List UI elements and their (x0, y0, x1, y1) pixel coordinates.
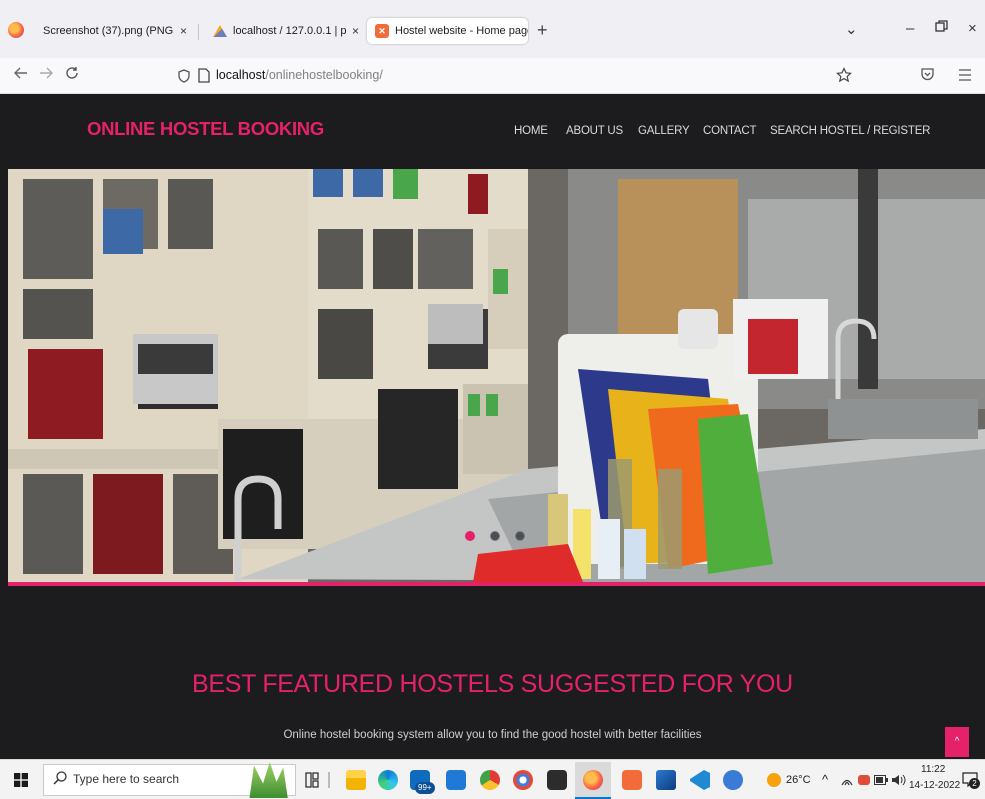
volume-icon[interactable] (891, 773, 907, 787)
winrar-icon[interactable] (547, 770, 567, 790)
mail-badge: 99+ (415, 782, 435, 794)
nav-home[interactable]: HOME (514, 125, 548, 137)
carousel-dot-3[interactable] (515, 531, 525, 541)
new-tab-button[interactable]: + (537, 20, 548, 41)
windows-start-icon[interactable] (14, 773, 28, 787)
restore-icon (935, 20, 948, 32)
hero-accent-line (8, 582, 985, 586)
tab-title: localhost / 127.0.0.1 | phpMyAd (233, 25, 346, 37)
bookmark-star-button[interactable] (836, 67, 852, 88)
nav-contact[interactable]: CONTACT (703, 125, 757, 137)
battery-icon[interactable] (874, 775, 888, 785)
hamburger-icon (959, 69, 971, 81)
antivirus-icon[interactable] (858, 775, 870, 785)
taskbar-search-placeholder: Type here to search (73, 772, 180, 786)
hero-carousel-image (8, 169, 985, 582)
vscode-icon[interactable] (690, 770, 710, 790)
taskbar-divider (328, 772, 330, 788)
browser-tab-strip: Screenshot (37).png (PNG Image, 13 × loc… (0, 0, 985, 58)
help-icon[interactable] (723, 770, 743, 790)
wifi-icon[interactable] (840, 774, 854, 786)
shield-icon (178, 69, 190, 83)
forward-arrow-icon (40, 67, 53, 79)
notification-count: 2 (969, 778, 980, 789)
task-view-icon[interactable] (305, 772, 319, 788)
navigation-toolbar: localhost/onlinehostelbooking/ (0, 58, 985, 94)
tab-separator (198, 24, 199, 40)
pocket-icon (921, 68, 934, 81)
hostel-kitchen-photo (8, 169, 985, 582)
back-arrow-icon (14, 67, 27, 79)
carousel-dot-2[interactable] (490, 531, 500, 541)
clock-date[interactable]: 14-12-2022 (909, 780, 960, 791)
tab-close-icon[interactable]: × (352, 24, 359, 38)
photos-icon[interactable] (656, 770, 676, 790)
star-icon (836, 67, 852, 83)
list-all-tabs-button[interactable]: ⌄ (845, 20, 858, 38)
reload-icon (66, 67, 78, 79)
pocket-button[interactable] (920, 67, 935, 87)
tab-title: Hostel website - Home page (395, 25, 528, 37)
featured-hostels-subtitle: Online hostel booking system allow you t… (283, 729, 702, 741)
nav-gallery[interactable]: GALLERY (638, 125, 690, 137)
tab-phpmyadmin[interactable]: localhost / 127.0.0.1 | phpMyAd × (205, 18, 367, 44)
reload-button[interactable] (65, 66, 79, 85)
nav-search-hostel-register[interactable]: SEARCH HOSTEL / REGISTER (770, 125, 930, 137)
forward-button[interactable] (39, 66, 53, 85)
carousel-dot-1-active[interactable] (465, 531, 475, 541)
minimize-button[interactable]: – (906, 20, 914, 37)
site-header: ONLINE HOSTEL BOOKING HOME ABOUT US GALL… (0, 94, 985, 169)
tab-hostel-website[interactable]: ✕ Hostel website - Home page × (367, 18, 528, 44)
weather-temperature[interactable]: 26°C (786, 774, 811, 786)
file-explorer-icon[interactable] (346, 770, 366, 790)
firefox-icon[interactable] (8, 22, 24, 38)
chrome-icon[interactable] (480, 770, 500, 790)
edge-icon[interactable] (378, 770, 398, 790)
url-text[interactable]: localhost/onlinehostelbooking/ (216, 68, 383, 82)
nav-about-us[interactable]: ABOUT US (566, 125, 623, 137)
chrome-canary-icon[interactable] (513, 770, 533, 790)
back-to-top-button[interactable]: ^ (945, 727, 969, 757)
xampp-taskbar-icon[interactable] (622, 770, 642, 790)
chevron-up-icon[interactable]: ^ (822, 772, 828, 787)
search-icon (53, 771, 67, 785)
page-icon (198, 68, 210, 83)
restore-button[interactable] (935, 20, 948, 36)
calculator-icon[interactable] (446, 770, 466, 790)
xampp-icon: ✕ (375, 24, 389, 38)
featured-hostels-heading: BEST FEATURED HOSTELS SUGGESTED FOR YOU (192, 670, 793, 698)
firefox-taskbar-icon (583, 770, 603, 790)
tab-title: Screenshot (37).png (PNG Image, 13 (43, 25, 174, 37)
back-button[interactable] (14, 66, 28, 85)
app-menu-button[interactable] (958, 68, 972, 86)
url-host: localhost (216, 68, 266, 82)
site-brand-logo[interactable]: ONLINE HOSTEL BOOKING (87, 118, 324, 140)
tab-close-icon[interactable]: × (180, 24, 187, 38)
windows-taskbar: Type here to search 99+ 26°C ^ 11:22 14-… (0, 759, 985, 799)
tab-screenshot[interactable]: Screenshot (37).png (PNG Image, 13 × (35, 18, 195, 44)
firefox-taskbar-active[interactable] (575, 762, 611, 799)
url-path: /onlinehostelbooking/ (265, 68, 383, 82)
weather-sun-icon[interactable] (767, 773, 781, 787)
clock-time[interactable]: 11:22 (921, 764, 945, 775)
notifications-button[interactable]: 2 (962, 771, 980, 789)
phpmyadmin-icon (213, 25, 227, 37)
close-window-button[interactable]: × (968, 20, 977, 37)
